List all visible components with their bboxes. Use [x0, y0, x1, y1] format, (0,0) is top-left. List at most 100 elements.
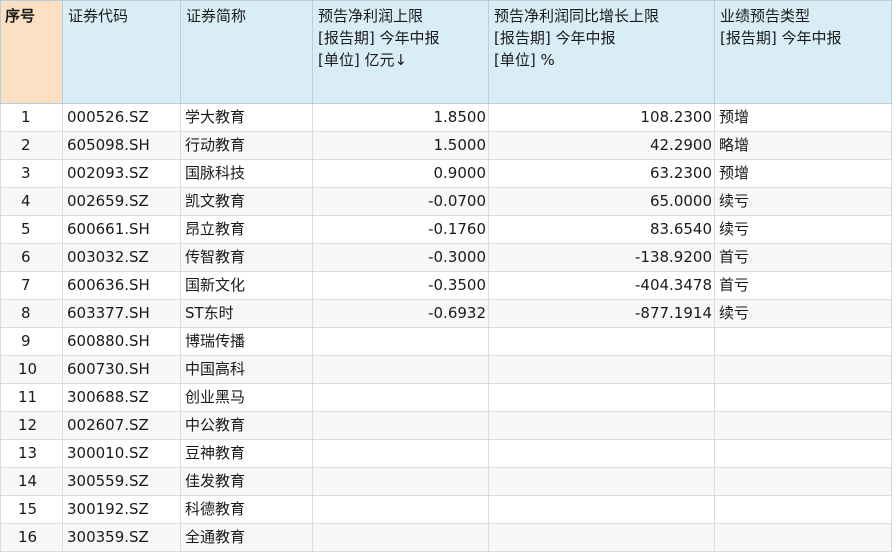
cell-growth[interactable]	[488, 355, 715, 384]
cell-profit[interactable]	[312, 383, 489, 412]
table-row[interactable]: 3 002093.SZ 国脉科技 0.9000 63.2300 预增	[0, 159, 892, 188]
cell-profit[interactable]: -0.3000	[312, 243, 489, 272]
table-row[interactable]: 7 600636.SH 国新文化 -0.3500 -404.3478 首亏	[0, 271, 892, 300]
cell-name[interactable]: ST东时	[180, 299, 313, 328]
cell-type[interactable]	[714, 411, 892, 440]
cell-growth[interactable]	[488, 523, 715, 552]
cell-type[interactable]: 续亏	[714, 299, 892, 328]
cell-growth[interactable]	[488, 411, 715, 440]
cell-name[interactable]: 学大教育	[180, 103, 313, 132]
table-row[interactable]: 1 000526.SZ 学大教育 1.8500 108.2300 预增	[0, 103, 892, 132]
cell-code[interactable]: 603377.SH	[62, 299, 181, 328]
cell-code[interactable]: 000526.SZ	[62, 103, 181, 132]
cell-type[interactable]	[714, 467, 892, 496]
cell-index[interactable]: 15	[0, 495, 63, 524]
cell-name[interactable]: 中国高科	[180, 355, 313, 384]
table-row[interactable]: 10 600730.SH 中国高科	[0, 355, 892, 384]
cell-profit[interactable]: 1.8500	[312, 103, 489, 132]
cell-profit[interactable]	[312, 495, 489, 524]
cell-code[interactable]: 600636.SH	[62, 271, 181, 300]
table-row[interactable]: 16 300359.SZ 全通教育	[0, 523, 892, 552]
cell-index[interactable]: 16	[0, 523, 63, 552]
cell-name[interactable]: 传智教育	[180, 243, 313, 272]
cell-name[interactable]: 科德教育	[180, 495, 313, 524]
cell-type[interactable]: 首亏	[714, 271, 892, 300]
table-row[interactable]: 2 605098.SH 行动教育 1.5000 42.2900 略增	[0, 131, 892, 160]
cell-index[interactable]: 12	[0, 411, 63, 440]
cell-type[interactable]: 续亏	[714, 215, 892, 244]
cell-type[interactable]	[714, 495, 892, 524]
cell-name[interactable]: 国脉科技	[180, 159, 313, 188]
cell-name[interactable]: 创业黑马	[180, 383, 313, 412]
table-row[interactable]: 8 603377.SH ST东时 -0.6932 -877.1914 续亏	[0, 299, 892, 328]
cell-type[interactable]: 预增	[714, 159, 892, 188]
cell-name[interactable]: 行动教育	[180, 131, 313, 160]
cell-growth[interactable]: 83.6540	[488, 215, 715, 244]
cell-profit[interactable]	[312, 467, 489, 496]
col-header-forecast-type[interactable]: 业绩预告类型 [报告期] 今年中报	[714, 0, 892, 104]
cell-code[interactable]: 003032.SZ	[62, 243, 181, 272]
cell-profit[interactable]: -0.0700	[312, 187, 489, 216]
cell-code[interactable]: 300559.SZ	[62, 467, 181, 496]
cell-name[interactable]: 昂立教育	[180, 215, 313, 244]
col-header-growth-upper[interactable]: 预告净利润同比增长上限 [报告期] 今年中报 [单位] %	[488, 0, 715, 104]
cell-name[interactable]: 全通教育	[180, 523, 313, 552]
cell-index[interactable]: 4	[0, 187, 63, 216]
table-row[interactable]: 9 600880.SH 博瑞传播	[0, 327, 892, 356]
cell-name[interactable]: 凯文教育	[180, 187, 313, 216]
cell-index[interactable]: 10	[0, 355, 63, 384]
cell-profit[interactable]	[312, 411, 489, 440]
cell-type[interactable]: 略增	[714, 131, 892, 160]
cell-type[interactable]	[714, 439, 892, 468]
cell-index[interactable]: 5	[0, 215, 63, 244]
cell-type[interactable]: 首亏	[714, 243, 892, 272]
cell-profit[interactable]	[312, 355, 489, 384]
cell-type[interactable]: 预增	[714, 103, 892, 132]
cell-type[interactable]	[714, 523, 892, 552]
cell-name[interactable]: 国新文化	[180, 271, 313, 300]
cell-name[interactable]: 博瑞传播	[180, 327, 313, 356]
cell-code[interactable]: 002607.SZ	[62, 411, 181, 440]
cell-growth[interactable]: 63.2300	[488, 159, 715, 188]
cell-index[interactable]: 1	[0, 103, 63, 132]
cell-code[interactable]: 600880.SH	[62, 327, 181, 356]
table-row[interactable]: 4 002659.SZ 凯文教育 -0.0700 65.0000 续亏	[0, 187, 892, 216]
cell-name[interactable]: 中公教育	[180, 411, 313, 440]
cell-type[interactable]	[714, 383, 892, 412]
table-row[interactable]: 14 300559.SZ 佳发教育	[0, 467, 892, 496]
cell-index[interactable]: 9	[0, 327, 63, 356]
cell-name[interactable]: 豆神教育	[180, 439, 313, 468]
table-row[interactable]: 6 003032.SZ 传智教育 -0.3000 -138.9200 首亏	[0, 243, 892, 272]
cell-index[interactable]: 13	[0, 439, 63, 468]
cell-growth[interactable]	[488, 467, 715, 496]
cell-type[interactable]: 续亏	[714, 187, 892, 216]
cell-profit[interactable]: -0.3500	[312, 271, 489, 300]
cell-profit[interactable]	[312, 439, 489, 468]
cell-name[interactable]: 佳发教育	[180, 467, 313, 496]
cell-index[interactable]: 11	[0, 383, 63, 412]
cell-index[interactable]: 7	[0, 271, 63, 300]
table-row[interactable]: 11 300688.SZ 创业黑马	[0, 383, 892, 412]
cell-profit[interactable]: -0.6932	[312, 299, 489, 328]
cell-type[interactable]	[714, 327, 892, 356]
cell-profit[interactable]: 0.9000	[312, 159, 489, 188]
cell-type[interactable]	[714, 355, 892, 384]
cell-profit[interactable]	[312, 327, 489, 356]
cell-code[interactable]: 300688.SZ	[62, 383, 181, 412]
cell-growth[interactable]: 42.2900	[488, 131, 715, 160]
cell-code[interactable]: 002093.SZ	[62, 159, 181, 188]
cell-growth[interactable]	[488, 495, 715, 524]
cell-code[interactable]: 300192.SZ	[62, 495, 181, 524]
cell-index[interactable]: 8	[0, 299, 63, 328]
col-header-name[interactable]: 证券简称	[180, 0, 313, 104]
cell-profit[interactable]: 1.5000	[312, 131, 489, 160]
cell-growth[interactable]: 65.0000	[488, 187, 715, 216]
cell-code[interactable]: 300010.SZ	[62, 439, 181, 468]
cell-index[interactable]: 3	[0, 159, 63, 188]
cell-growth[interactable]	[488, 383, 715, 412]
cell-growth[interactable]: -138.9200	[488, 243, 715, 272]
cell-growth[interactable]	[488, 327, 715, 356]
table-row[interactable]: 13 300010.SZ 豆神教育	[0, 439, 892, 468]
cell-index[interactable]: 14	[0, 467, 63, 496]
cell-code[interactable]: 300359.SZ	[62, 523, 181, 552]
